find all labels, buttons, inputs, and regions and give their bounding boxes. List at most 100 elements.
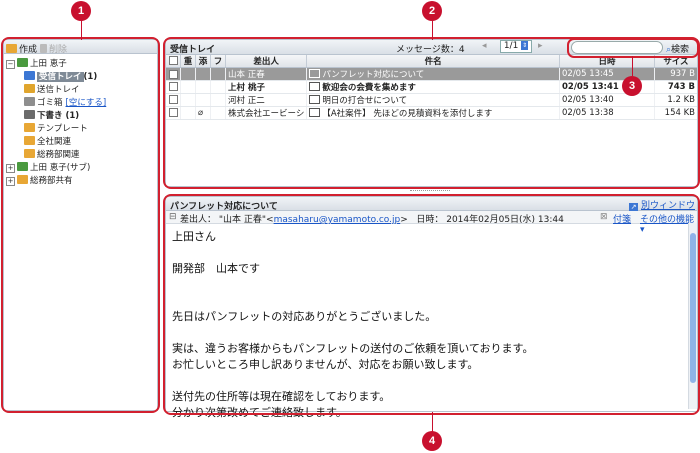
splitter-handle[interactable] <box>410 190 450 195</box>
open-mail-icon <box>309 95 321 104</box>
folder-unread-count: (1) <box>83 72 98 82</box>
preview-meta-bar: ⊟ 差出人： "山本 正春"<masaharu@yamamoto.co.jp> … <box>166 211 697 235</box>
folder-item[interactable]: 総務部関連 <box>4 149 80 161</box>
table-cell: 154 KB <box>654 106 697 120</box>
next-page-button[interactable]: ▸ <box>538 41 543 51</box>
row-checkbox[interactable]: ✓ <box>168 70 178 79</box>
folder-icon <box>17 162 28 171</box>
table-cell: 河村 正二 <box>225 93 308 107</box>
other-functions-label: その他の機能 <box>640 215 695 225</box>
row-date: 02/05 13:38 <box>562 108 614 118</box>
folder-item[interactable]: + 総務部共有 <box>4 175 73 187</box>
folder-item[interactable]: 下書き (1) <box>4 110 79 122</box>
folder-icon <box>24 71 35 80</box>
row-size: 1.2 KB <box>667 95 695 105</box>
folder-label: 送信トレイ <box>37 85 80 95</box>
tree-expander-icon[interactable]: + <box>6 164 15 173</box>
paperclip-icon: ⌀ <box>198 108 204 118</box>
table-cell <box>210 93 226 107</box>
callout-line-3 <box>632 56 633 76</box>
sticky-note-link[interactable]: 付箋 <box>613 212 631 225</box>
folder-label: 下書き (1) <box>37 111 80 121</box>
open-mail-icon <box>309 108 321 117</box>
table-cell <box>180 67 196 81</box>
table-row[interactable]: 河村 正二 明日の打合せについて 02/05 13:40 1.2 KB <box>166 93 697 107</box>
table-cell <box>195 93 211 107</box>
preview-scrollbar[interactable] <box>688 223 697 409</box>
table-cell <box>180 80 196 94</box>
search-input[interactable] <box>571 41 663 54</box>
new-window-button[interactable]: ↗ 別ウィンドウ <box>629 198 695 212</box>
trash-icon <box>40 44 47 53</box>
prev-page-button[interactable]: ◂ <box>482 41 487 51</box>
message-line <box>172 373 682 389</box>
row-checkbox[interactable] <box>168 107 178 117</box>
folder-item[interactable]: テンプレート <box>4 123 88 135</box>
select-all-checkbox[interactable] <box>168 55 178 65</box>
folder-item[interactable]: + 上田 恵子(サブ) <box>4 162 90 174</box>
folder-icon <box>24 136 35 145</box>
empty-trash-link[interactable]: [空にする] <box>66 98 107 108</box>
col-sender[interactable]: 差出人 <box>225 55 308 68</box>
table-cell <box>166 106 181 120</box>
scrollbar-thumb[interactable] <box>690 233 696 383</box>
callout-line-1 <box>81 20 82 40</box>
sender-end: > <box>400 215 408 225</box>
callout-line-2 <box>432 20 433 40</box>
tree-expander-icon[interactable]: − <box>6 60 15 69</box>
table-row[interactable]: ✓ 山本 正春 パンフレット対応について 02/05 13:45 937 B <box>166 67 697 81</box>
table-cell: 上村 桃子 <box>225 80 308 94</box>
row-checkbox[interactable] <box>168 81 178 91</box>
row-size: 937 B <box>670 69 695 79</box>
folder-label: 上田 恵子 <box>30 59 67 69</box>
tree-expander-icon[interactable]: + <box>6 177 15 186</box>
col-date[interactable]: 日時 <box>559 55 655 68</box>
table-cell: 株式会社エービーシ <box>225 106 308 120</box>
table-cell: 02/05 13:40 <box>559 93 655 107</box>
date-value: 2014年02月05日(水) 13:44 <box>446 215 564 225</box>
page-select-value: 1/1 <box>503 41 519 51</box>
row-sender: 株式会社エービーシ <box>228 109 305 119</box>
row-subject: パンフレット対応について <box>322 70 425 80</box>
search-button[interactable]: ⌕検索 <box>666 42 689 55</box>
select-all-checkbox-cell[interactable] <box>166 55 181 68</box>
message-count: メッセージ数：4 <box>396 45 465 55</box>
table-cell: 02/05 13:38 <box>559 106 655 120</box>
col-attachment[interactable]: 添 <box>195 55 211 68</box>
col-size[interactable]: サイズ <box>654 55 697 68</box>
row-size: 743 B <box>667 82 695 92</box>
collapse-header-button[interactable]: ⊟ <box>169 212 177 222</box>
message-list-panel: 受信トレイ メッセージ数：4 ◂ 1/1 ⇕ ▸ ⌕検索 重 添 フ 差出人 件… <box>165 39 698 187</box>
folder-label: 総務部関連 <box>37 150 80 160</box>
folder-toolbar: 作成 削除 <box>4 40 157 55</box>
row-checkbox[interactable] <box>168 94 178 104</box>
message-line: 送付先の住所等は現在確認をしております。 <box>172 390 391 403</box>
sender-email-link[interactable]: masaharu@yamamoto.co.jp <box>274 215 401 225</box>
table-cell <box>166 93 181 107</box>
table-cell: ✓ <box>166 67 181 81</box>
folder-item[interactable]: − 上田 恵子 <box>4 58 67 70</box>
folder-item[interactable]: 全社関連 <box>4 136 71 148</box>
table-cell <box>210 67 226 81</box>
search-button-label: 検索 <box>671 45 690 55</box>
folder-icon <box>24 97 35 106</box>
message-line: お忙しいところ申し訳ありませんが、対応をお願い致します。 <box>172 358 479 371</box>
table-cell: 【A社案件】 先ほどの見積資料を添付します <box>306 106 560 120</box>
table-row[interactable]: 上村 桃子 歓迎会の会費を集めます 02/05 13:41 743 B <box>166 80 697 94</box>
callout-2: 2 <box>422 1 442 21</box>
folder-icon <box>17 175 28 184</box>
sticky-close-icon[interactable]: ⊠ <box>600 212 608 222</box>
folder-item[interactable]: ゴミ箱 [空にする] <box>4 97 106 109</box>
folder-item[interactable]: 送信トレイ <box>4 84 80 96</box>
col-subject[interactable]: 件名 <box>306 55 560 68</box>
col-flag[interactable]: フ <box>210 55 226 68</box>
callout-4: 4 <box>422 431 442 451</box>
folder-item[interactable]: 受信トレイ (1) <box>4 71 97 83</box>
table-cell <box>195 80 211 94</box>
table-row[interactable]: ⌀ 株式会社エービーシ 【A社案件】 先ほどの見積資料を添付します 02/05 13:… <box>166 106 697 120</box>
col-importance[interactable]: 重 <box>180 55 196 68</box>
closed-mail-icon <box>309 82 321 91</box>
table-header-row: 重 添 フ 差出人 件名 日時 サイズ <box>166 55 697 68</box>
folder-label: 上田 恵子(サブ) <box>30 163 91 173</box>
page-select[interactable]: 1/1 ⇕ <box>500 40 532 53</box>
